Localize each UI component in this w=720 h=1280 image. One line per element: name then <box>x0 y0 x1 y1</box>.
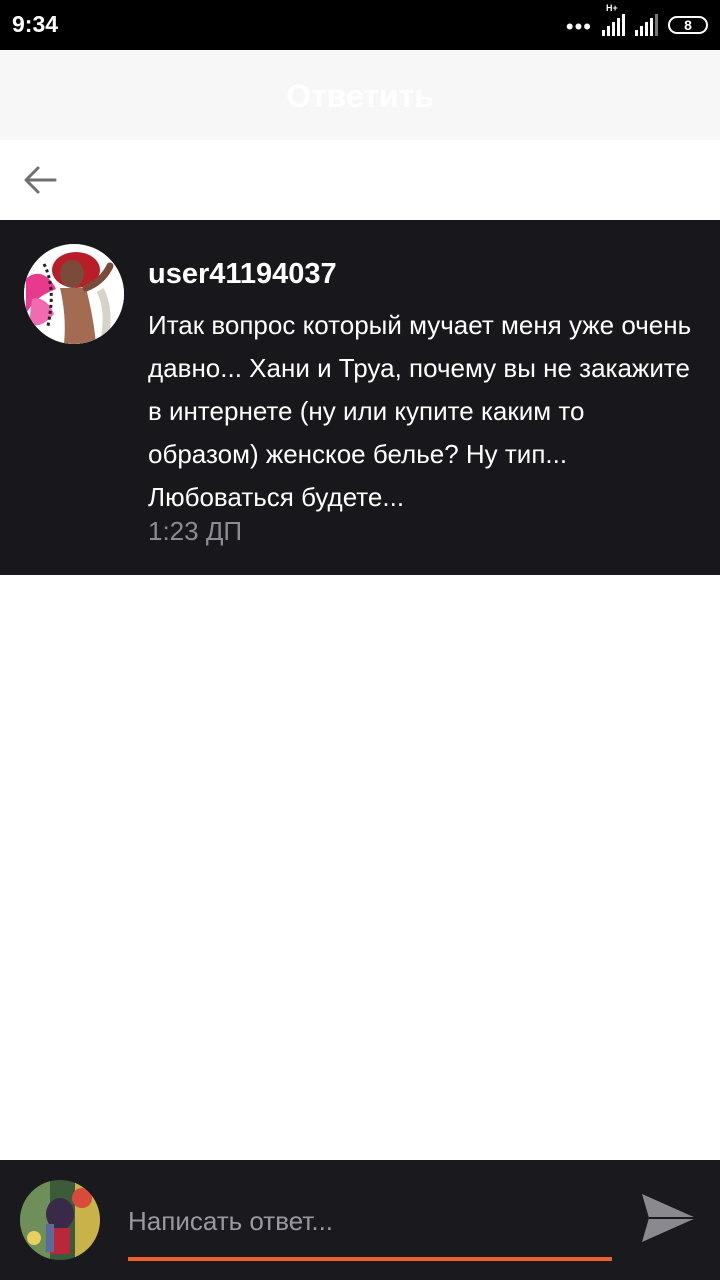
network-type: H+ <box>606 3 618 13</box>
send-button[interactable] <box>636 1188 702 1248</box>
reply-input-underline <box>128 1257 612 1261</box>
status-time: 9:34 <box>12 11 59 37</box>
message-card: user41194037 Итак вопрос который мучает … <box>0 220 720 575</box>
back-button[interactable] <box>20 160 60 200</box>
message-timestamp: 1:23 ДП <box>148 516 243 546</box>
reply-input[interactable] <box>128 1200 612 1242</box>
avatar-image <box>24 244 124 344</box>
status-bar: 9:34 ••• H+ 8 <box>0 0 720 50</box>
title-bar: Ответить <box>0 50 720 140</box>
signal-icon-2 <box>635 14 658 36</box>
signal-icon: H+ <box>602 3 625 36</box>
send-icon <box>642 1194 696 1242</box>
status-icons: ••• H+ 8 <box>565 3 708 40</box>
reply-bar <box>0 1160 720 1280</box>
battery-icon: 8 <box>668 16 708 34</box>
message-text: Итак вопрос который мучает меня уже очен… <box>148 310 692 512</box>
arrow-left-icon <box>24 166 57 194</box>
nav-bar <box>0 140 720 220</box>
current-user-avatar[interactable] <box>20 1180 100 1260</box>
message-username[interactable]: user41194037 <box>148 258 337 291</box>
page-title: Ответить <box>286 78 434 114</box>
avatar[interactable] <box>24 244 124 344</box>
more-notifications-icon: ••• <box>565 14 592 39</box>
current-user-avatar-image <box>20 1180 100 1260</box>
